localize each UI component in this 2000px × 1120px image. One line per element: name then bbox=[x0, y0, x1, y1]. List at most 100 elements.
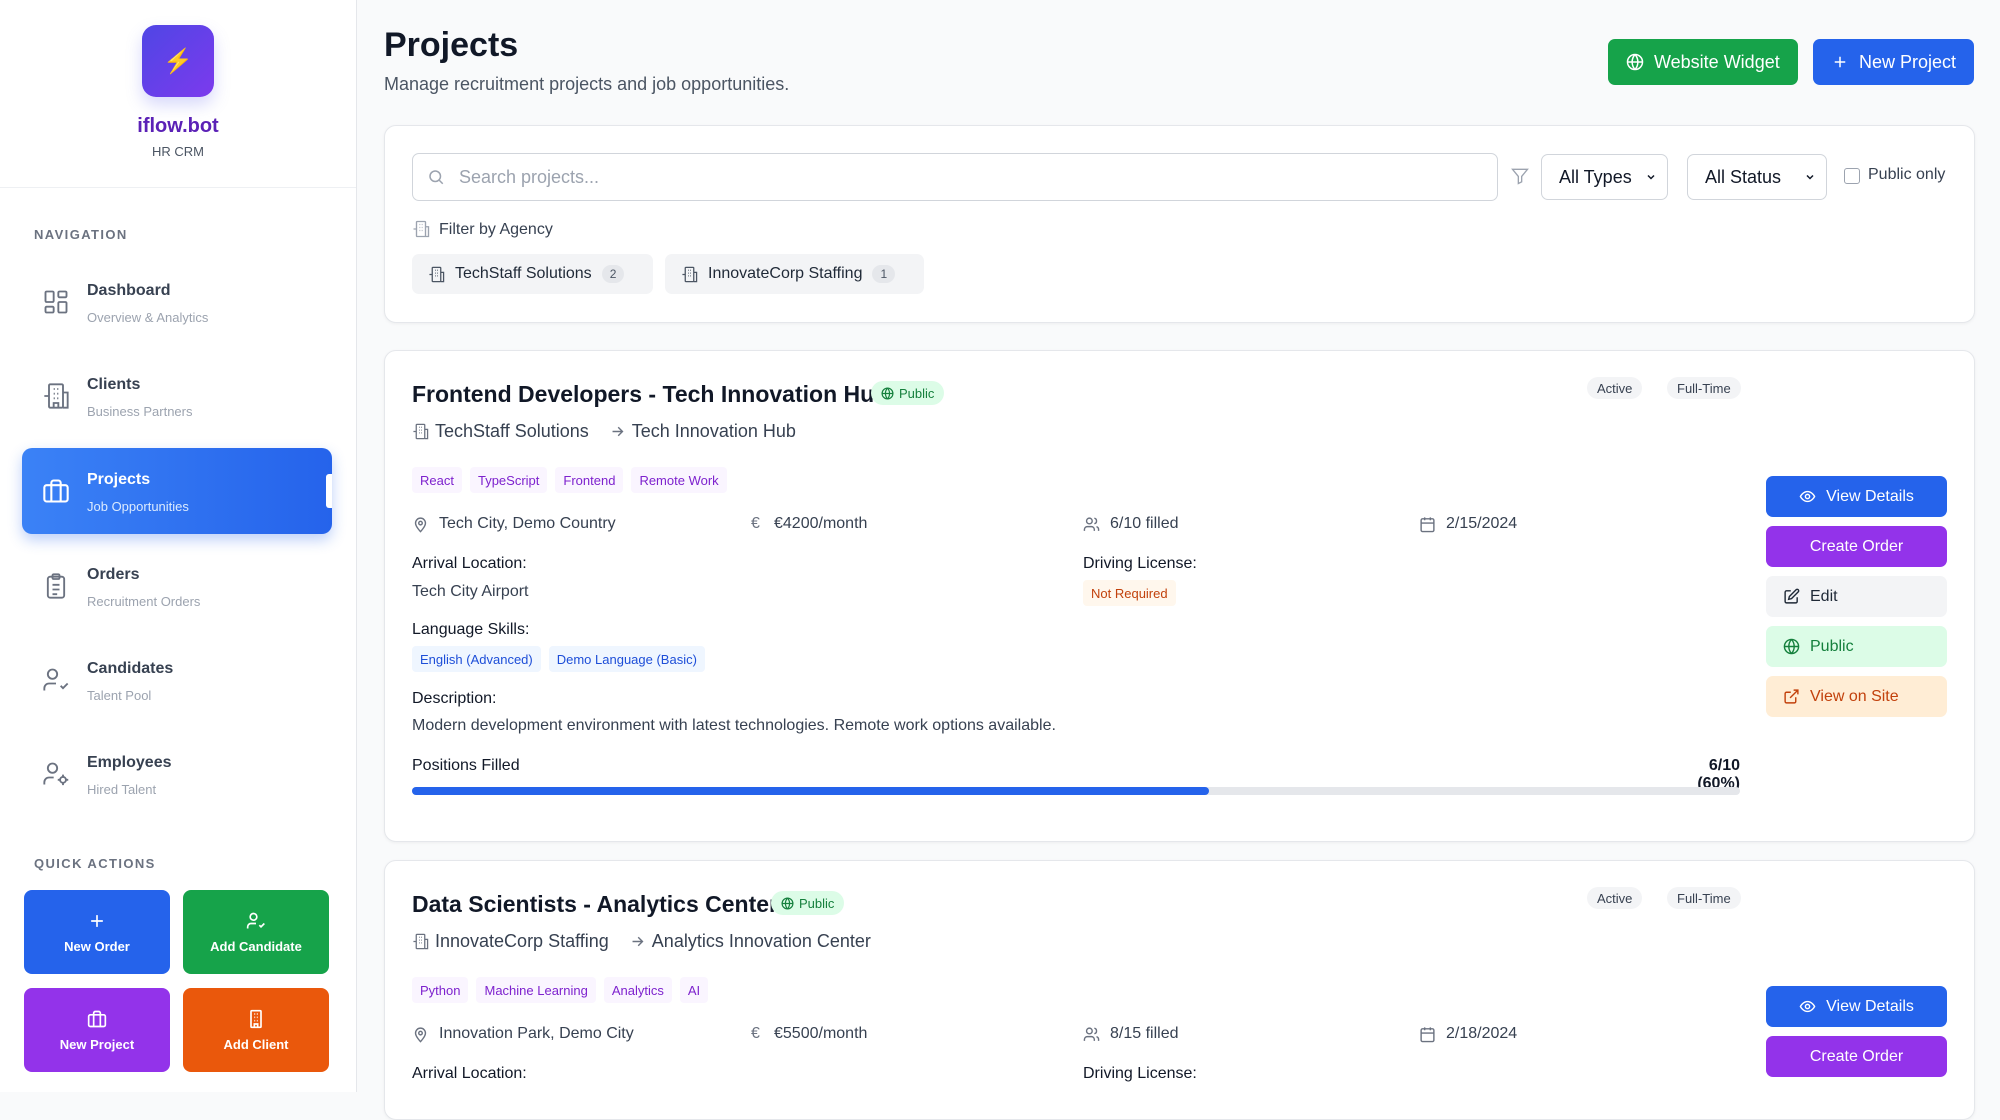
quick-new-project-button[interactable]: New Project bbox=[24, 988, 170, 1072]
progress-bar bbox=[412, 787, 1740, 795]
building-icon bbox=[682, 266, 698, 282]
map-pin-icon bbox=[414, 1026, 427, 1043]
skill-tags: Python Machine Learning Analytics AI bbox=[412, 977, 709, 1003]
agency-name: InnovateCorp Staffing bbox=[435, 931, 609, 951]
public-toggle-button[interactable]: Public bbox=[1766, 626, 1947, 667]
eye-icon bbox=[1799, 1000, 1816, 1013]
users-icon bbox=[1083, 1026, 1100, 1041]
view-details-label: View Details bbox=[1826, 997, 1914, 1015]
arrow-right-icon bbox=[612, 426, 624, 437]
project-card: Data Scientists - Analytics Center Publi… bbox=[384, 860, 1975, 1120]
agency-filter-techstaff[interactable]: TechStaff Solutions 2 bbox=[412, 254, 653, 294]
date-text: 2/18/2024 bbox=[1446, 1025, 1518, 1042]
search-input[interactable]: Search projects... bbox=[412, 153, 1498, 201]
agency-filter-innovatecorp[interactable]: InnovateCorp Staffing 1 bbox=[665, 254, 924, 294]
new-project-button[interactable]: New Project bbox=[1813, 39, 1975, 85]
lightning-logo-icon[interactable]: ⚡ bbox=[142, 25, 214, 97]
create-order-button[interactable]: Create Order bbox=[1766, 526, 1947, 567]
website-widget-button[interactable]: Website Widget bbox=[1608, 39, 1798, 85]
sidebar-item-candidates[interactable]: Candidates Talent Pool bbox=[22, 637, 332, 723]
public-badge-label: Public bbox=[899, 385, 935, 401]
agency-client-line: TechStaff Solutions Tech Innovation Hub bbox=[412, 421, 796, 442]
view-details-button[interactable]: View Details bbox=[1766, 476, 1947, 517]
salary-text: €5500/month bbox=[774, 1025, 868, 1042]
description-label: Description: bbox=[412, 690, 497, 707]
sidebar-item-dashboard[interactable]: Dashboard Overview & Analytics bbox=[22, 259, 332, 345]
type-select-value: All Types bbox=[1559, 166, 1632, 187]
eye-icon bbox=[1799, 490, 1816, 503]
view-details-button[interactable]: View Details bbox=[1766, 986, 1947, 1027]
create-order-button[interactable]: Create Order bbox=[1766, 1036, 1947, 1077]
status-badge: Active bbox=[1587, 377, 1643, 399]
public-only-label[interactable]: Public only bbox=[1868, 166, 1945, 184]
status-select[interactable]: All Status bbox=[1687, 154, 1827, 200]
brand: ⚡ iflow.bot HR CRM bbox=[0, 0, 356, 188]
agency-count: 1 bbox=[872, 265, 896, 283]
sidebar-item-clients[interactable]: Clients Business Partners bbox=[22, 353, 332, 439]
briefcase-icon bbox=[87, 1010, 107, 1027]
sidebar-item-subtitle: Business Partners bbox=[87, 404, 193, 419]
project-card: Frontend Developers - Tech Innovation Hu… bbox=[384, 350, 1975, 842]
website-widget-label: Website Widget bbox=[1654, 51, 1780, 72]
agency-name: InnovateCorp Staffing bbox=[708, 265, 863, 282]
arrival-value: Tech City Airport bbox=[412, 583, 529, 600]
sidebar-item-subtitle: Hired Talent bbox=[87, 782, 157, 797]
user-check-icon bbox=[43, 668, 69, 691]
chevron-down-icon bbox=[1647, 174, 1655, 180]
edit-button[interactable]: Edit bbox=[1766, 576, 1947, 617]
building-icon bbox=[250, 1009, 262, 1028]
type-select[interactable]: All Types bbox=[1541, 154, 1668, 200]
arrival-label: Arrival Location: bbox=[412, 555, 527, 572]
new-order-label: New Order bbox=[64, 938, 130, 954]
public-only-checkbox[interactable] bbox=[1844, 168, 1860, 184]
skill-tag: AI bbox=[679, 977, 709, 1003]
edit-label: Edit bbox=[1810, 587, 1838, 605]
salary-info: € €4200/month bbox=[747, 515, 867, 533]
building-icon bbox=[429, 266, 445, 282]
plus-icon bbox=[1834, 56, 1846, 68]
location-text: Tech City, Demo Country bbox=[439, 515, 616, 532]
clipboard-icon bbox=[46, 573, 66, 599]
active-indicator bbox=[326, 474, 332, 508]
client-name: Tech Innovation Hub bbox=[631, 421, 796, 441]
edit-icon bbox=[1784, 588, 1800, 604]
sidebar-item-title: Dashboard bbox=[87, 282, 171, 299]
calendar-icon bbox=[1420, 516, 1435, 532]
sidebar-item-subtitle: Recruitment Orders bbox=[87, 594, 201, 609]
language-tag: English (Advanced) bbox=[412, 646, 541, 672]
sidebar-item-title: Orders bbox=[87, 566, 140, 583]
project-title[interactable]: Frontend Developers - Tech Innovation Hu… bbox=[412, 381, 888, 408]
sidebar-item-orders[interactable]: Orders Recruitment Orders bbox=[22, 543, 332, 629]
add-candidate-button[interactable]: Add Candidate bbox=[183, 890, 329, 974]
globe-icon bbox=[881, 386, 894, 400]
skill-tag: Analytics bbox=[603, 977, 672, 1003]
skill-tag: TypeScript bbox=[469, 467, 548, 493]
project-title[interactable]: Data Scientists - Analytics Center bbox=[412, 891, 778, 918]
briefcase-icon bbox=[43, 479, 69, 503]
building-icon bbox=[413, 220, 430, 238]
arrow-right-icon bbox=[632, 936, 644, 947]
euro-icon: € bbox=[751, 1025, 760, 1042]
globe-icon bbox=[1626, 53, 1644, 71]
sidebar-item-projects[interactable]: Projects Job Opportunities bbox=[22, 448, 332, 534]
external-link-icon bbox=[1784, 689, 1799, 704]
view-on-site-button[interactable]: View on Site bbox=[1766, 676, 1947, 717]
language-tags: English (Advanced) Demo Language (Basic) bbox=[412, 646, 705, 672]
skill-tags: React TypeScript Frontend Remote Work bbox=[412, 467, 727, 493]
globe-icon bbox=[1783, 638, 1800, 655]
sidebar-item-subtitle: Overview & Analytics bbox=[87, 310, 209, 325]
add-client-button[interactable]: Add Client bbox=[183, 988, 329, 1072]
chevron-down-icon bbox=[1806, 174, 1814, 180]
new-project-label: New Project bbox=[59, 1036, 135, 1052]
view-on-site-label: View on Site bbox=[1810, 687, 1899, 705]
sidebar-item-employees[interactable]: Employees Hired Talent bbox=[22, 731, 332, 817]
add-candidate-label: Add Candidate bbox=[210, 938, 302, 954]
page-subtitle: Manage recruitment projects and job oppo… bbox=[384, 74, 790, 94]
agency-name: TechStaff Solutions bbox=[435, 421, 589, 441]
agency-client-line: InnovateCorp Staffing Analytics Innovati… bbox=[412, 931, 871, 952]
description-text: Modern development environment with late… bbox=[412, 717, 1056, 734]
location-info: Tech City, Demo Country bbox=[412, 515, 616, 533]
filter-icon bbox=[1511, 168, 1529, 185]
new-order-button[interactable]: New Order bbox=[24, 890, 170, 974]
location-info: Innovation Park, Demo City bbox=[412, 1025, 634, 1043]
